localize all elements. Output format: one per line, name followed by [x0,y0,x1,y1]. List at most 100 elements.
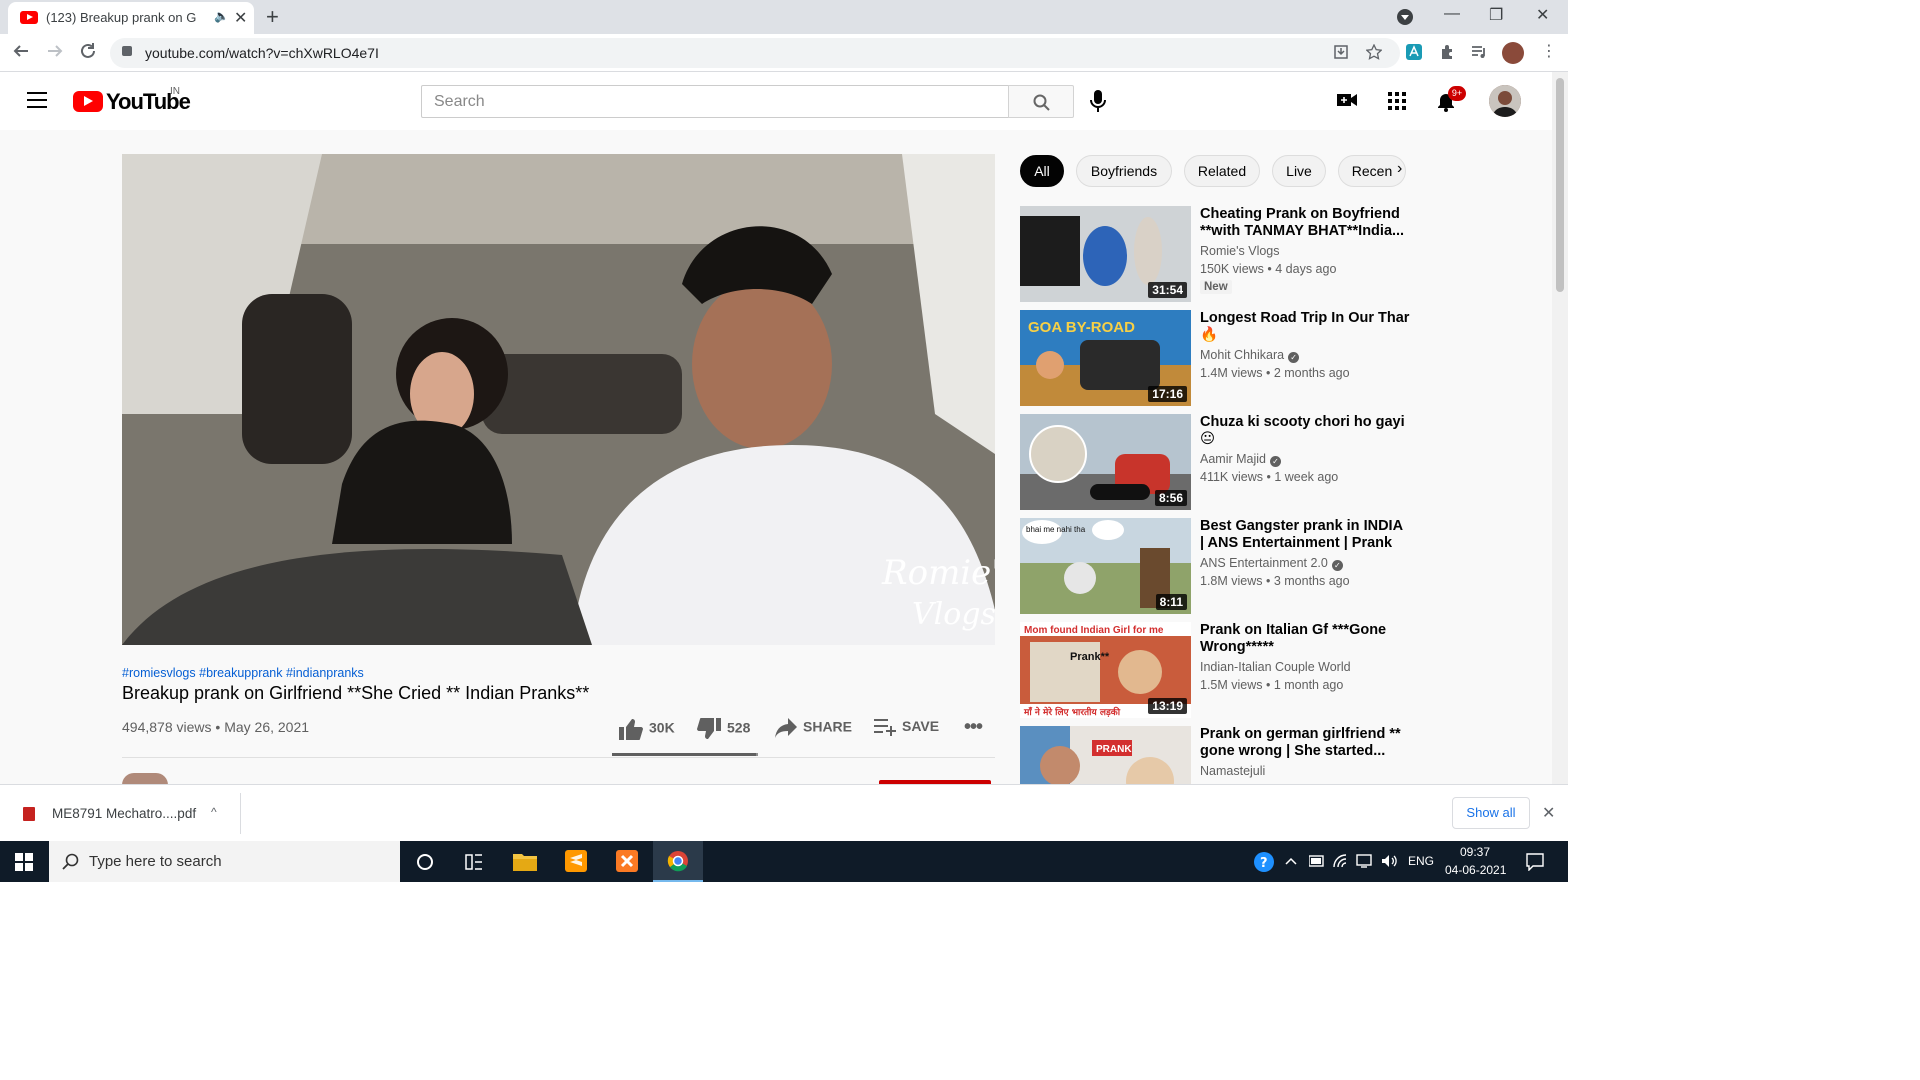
download-file-name[interactable]: ME8791 Mechatro....pdf [52,806,196,821]
duration-badge: 13:19 [1148,698,1187,714]
clock-date[interactable]: 04-06-2021 [1445,863,1506,877]
filter-chip[interactable]: Recen [1338,155,1406,187]
tab-search-dropdown-icon[interactable] [1397,9,1413,25]
like-button[interactable]: 30K [619,718,675,742]
recommended-video[interactable]: Mom found Indian Girl for me Prank** माँ न… [1020,622,1420,718]
downloads-close-button[interactable]: ✕ [1542,803,1555,823]
network-status-icon[interactable] [1356,854,1372,868]
microphone-icon[interactable] [1086,88,1110,114]
page-scrollbar[interactable] [1552,72,1568,784]
cortana-button[interactable] [400,841,450,882]
filter-chip[interactable]: All [1020,155,1064,187]
video-hashtags[interactable]: #romiesvlogs #breakupprank #indianpranks [122,666,364,680]
task-view-button[interactable] [449,841,499,882]
lock-icon[interactable] [122,46,132,56]
extension-translate-icon[interactable] [1406,44,1422,60]
video-thumbnail[interactable]: 31:54 [1020,206,1191,302]
recommended-video[interactable]: bhai me nahi tha 8:11 Best Gangster prank … [1020,518,1420,614]
action-center-icon[interactable] [1526,853,1544,871]
youtube-logo-icon[interactable] [73,91,103,112]
bookmark-star-icon[interactable] [1366,44,1382,60]
create-video-icon[interactable] [1337,92,1357,108]
channel-name-text[interactable]: Indian-Italian Couple World [1200,660,1351,674]
wifi-icon[interactable] [1333,854,1349,868]
forward-arrow-icon[interactable] [46,42,64,60]
tray-expand-chevron-icon[interactable] [1285,856,1297,866]
taskbar-file-explorer[interactable] [500,841,550,882]
chrome-menu-icon[interactable]: ⋮ [1541,41,1557,61]
taskbar-chrome[interactable] [653,841,703,882]
tab-audio-icon[interactable]: 🔈 [214,9,229,23]
recommended-video[interactable]: PRANK Prank on german girlfriend ** gone … [1020,726,1420,784]
channel-name-text[interactable]: Romie's Vlogs [1200,244,1280,258]
clock-time[interactable]: 09:37 [1460,845,1490,859]
help-question-icon[interactable]: ? [1253,851,1275,873]
recommended-channel-name[interactable]: Mohit Chhikara ✓ [1200,348,1300,363]
install-app-icon[interactable] [1333,44,1349,60]
dislike-button[interactable]: 528 [697,718,750,742]
recommended-video[interactable]: 8:56 Chuza ki scooty chori ho gayi 😐 Aamir… [1020,414,1420,510]
apps-grid-icon[interactable] [1388,92,1406,110]
recommended-video[interactable]: GOA BY-ROAD 17:16 Longest Road Trip In Our… [1020,310,1420,406]
search-input[interactable] [422,86,1008,117]
show-all-downloads-button[interactable]: Show all [1452,797,1530,829]
extensions-puzzle-icon[interactable] [1439,44,1455,60]
share-button[interactable]: SHARE [775,718,852,742]
back-arrow-icon[interactable] [12,42,30,60]
reload-icon[interactable] [79,42,97,60]
taskbar-sublime-text[interactable] [551,841,601,882]
save-button[interactable]: SAVE [874,718,939,742]
notification-count-badge[interactable]: 9+ [1448,86,1466,101]
recommended-video-title[interactable]: Prank on german girlfriend ** gone wrong… [1200,726,1410,759]
search-button[interactable] [1008,85,1074,118]
user-avatar[interactable] [1489,85,1521,117]
video-thumbnail[interactable]: 8:56 [1020,414,1191,510]
recommended-channel-name[interactable]: Aamir Majid ✓ [1200,452,1281,467]
filter-chip[interactable]: Live [1272,155,1326,187]
more-actions-icon[interactable]: ••• [964,716,983,740]
new-tab-button[interactable]: + [266,4,279,30]
window-close-button[interactable]: ✕ [1536,5,1549,25]
channel-name-text[interactable]: Mohit Chhikara [1200,348,1284,362]
recommended-video[interactable]: 31:54 Cheating Prank on Boyfriend **with … [1020,206,1420,302]
recommended-video-title[interactable]: Best Gangster prank in INDIA | ANS Enter… [1200,518,1410,551]
channel-name-text[interactable]: ANS Entertainment 2.0 [1200,556,1328,570]
media-queue-icon[interactable] [1471,44,1487,60]
browser-tab[interactable]: (123) Breakup prank on Girlfriend **She … [8,2,254,34]
maximize-button[interactable]: ❐ [1489,5,1503,25]
hamburger-menu-icon[interactable] [27,92,47,108]
volume-icon[interactable] [1381,854,1397,868]
battery-icon[interactable] [1309,855,1325,867]
filter-chip[interactable]: Related [1184,155,1260,187]
download-options-chevron-icon[interactable]: ^ [211,805,217,819]
recommended-channel-name[interactable]: Namastejuli [1200,764,1265,778]
recommended-channel-name[interactable]: ANS Entertainment 2.0 ✓ [1200,556,1343,571]
search-box[interactable] [421,85,1009,118]
url-text[interactable]: youtube.com/watch?v=chXwRLO4e7I [145,45,379,61]
chrome-profile-avatar[interactable] [1502,42,1524,64]
windows-start-icon[interactable] [15,853,33,871]
recommended-video-title[interactable]: Cheating Prank on Boyfriend **with TANMA… [1200,206,1410,239]
recommended-channel-name[interactable]: Romie's Vlogs [1200,244,1280,258]
recommended-channel-name[interactable]: Indian-Italian Couple World [1200,660,1351,674]
channel-name-text[interactable]: Aamir Majid [1200,452,1266,466]
video-thumbnail[interactable]: PRANK [1020,726,1191,784]
tab-close-button[interactable]: ✕ [234,8,247,28]
recommended-video-title[interactable]: Prank on Italian Gf ***Gone Wrong***** [1200,622,1410,655]
language-indicator[interactable]: ENG [1408,854,1434,868]
recommended-video-title[interactable]: Chuza ki scooty chori ho gayi 😐 [1200,414,1410,447]
video-thumbnail[interactable]: bhai me nahi tha 8:11 [1020,518,1191,614]
recommended-video-title[interactable]: Longest Road Trip In Our Thar 🔥 [1200,310,1410,343]
taskbar-search-box[interactable]: Type here to search [49,841,400,882]
taskbar-xampp[interactable] [602,841,652,882]
scrollbar-thumb[interactable] [1556,78,1564,292]
minimize-button[interactable]: — [1444,5,1460,23]
like-dislike-sentiment-bar [612,753,758,756]
chip-scroll-right-icon[interactable]: › [1397,160,1402,178]
filter-chip[interactable]: Boyfriends [1076,155,1172,187]
video-player[interactable]: Romie's Vlogs [122,154,995,645]
video-thumbnail[interactable]: GOA BY-ROAD 17:16 [1020,310,1191,406]
video-thumbnail[interactable]: Mom found Indian Girl for me Prank** माँ न… [1020,622,1191,718]
channel-name-text[interactable]: Namastejuli [1200,764,1265,778]
address-bar[interactable]: youtube.com/watch?v=chXwRLO4e7I [110,38,1400,68]
